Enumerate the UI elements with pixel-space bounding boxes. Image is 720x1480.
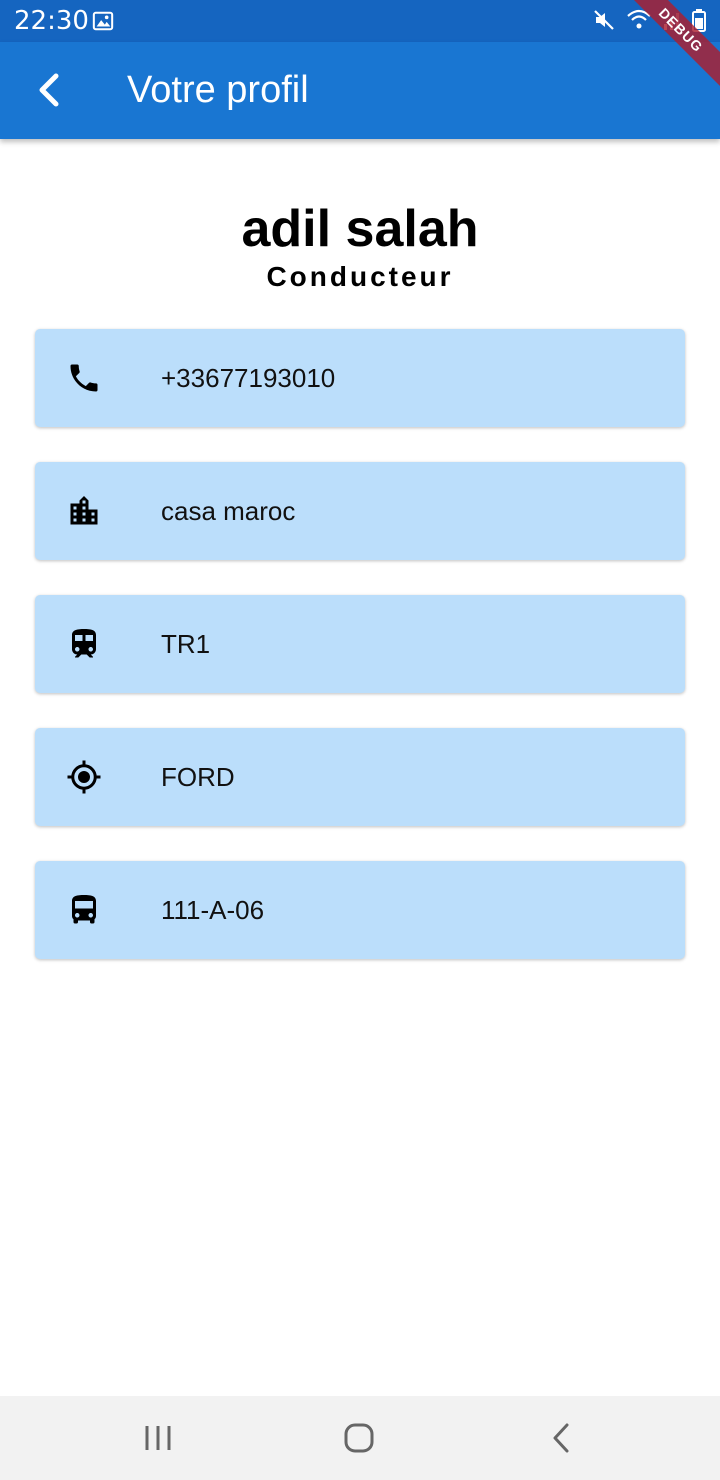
city-icon: [70, 496, 98, 525]
app-bar: Votre profil: [0, 42, 720, 139]
profile-name: adil salah: [241, 200, 479, 258]
city-card[interactable]: casa maroc: [35, 462, 685, 560]
phone-icon: [70, 364, 98, 392]
debug-label: DEBUG: [620, 0, 720, 92]
arrow-back-icon: [39, 73, 59, 107]
back-icon: [553, 1423, 569, 1453]
nav-back-button[interactable]: [540, 1418, 580, 1458]
train-card[interactable]: TR1: [35, 595, 685, 693]
phone-value: +33677193010: [161, 363, 336, 393]
train-value: TR1: [161, 629, 211, 659]
brand-value: FORD: [161, 762, 235, 792]
mute-icon: [592, 8, 616, 37]
phone-card[interactable]: +33677193010: [35, 329, 685, 427]
recent-apps-icon: [145, 1426, 171, 1450]
plate-card[interactable]: 111-A-06: [35, 861, 685, 959]
gallery-icon: [92, 10, 114, 37]
bus-icon: [72, 895, 96, 924]
profile-role: Conducteur: [266, 261, 454, 292]
gps-target-icon: [67, 760, 101, 794]
brand-card[interactable]: FORD: [35, 728, 685, 826]
home-button[interactable]: [338, 1418, 378, 1458]
recent-apps-button[interactable]: [138, 1418, 178, 1458]
city-value: casa maroc: [161, 496, 296, 526]
page-title: Votre profil: [127, 69, 309, 111]
plate-value: 111-A-06: [161, 895, 265, 925]
status-time: 22:30: [14, 6, 89, 36]
system-nav-bar: [0, 1396, 720, 1480]
home-icon: [344, 1423, 374, 1453]
train-icon: [72, 629, 96, 658]
debug-banner: DEBUG: [620, 0, 720, 100]
status-bar: 22:30: [0, 0, 720, 42]
back-button[interactable]: [26, 66, 74, 114]
